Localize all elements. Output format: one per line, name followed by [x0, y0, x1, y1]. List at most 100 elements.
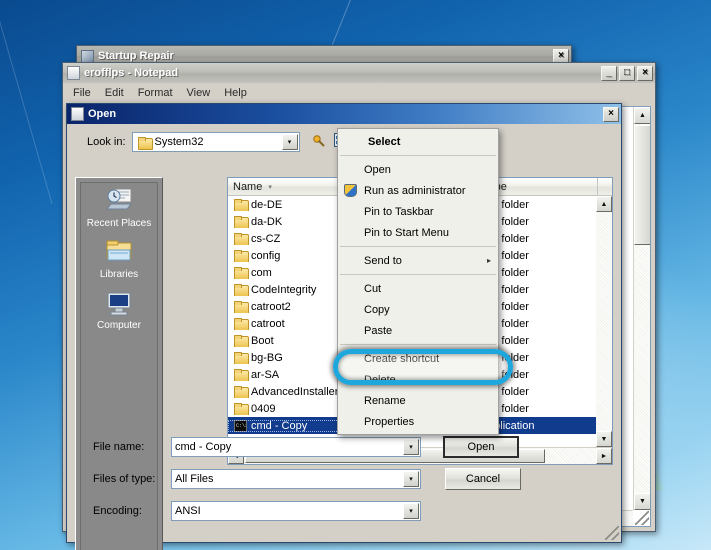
notepad-minimize-button[interactable]: _	[601, 65, 617, 81]
file-name-text: catroot	[251, 317, 285, 330]
shield-icon	[344, 184, 357, 197]
notepad-titlebar[interactable]: erofflps - Notepad _ □ ×	[63, 63, 655, 83]
file-name-text: 0409	[251, 402, 276, 415]
open-dialog-resize-grip[interactable]	[605, 526, 619, 540]
notepad-menu-format[interactable]: Format	[132, 86, 179, 100]
look-in-dropdown-arrow[interactable]: ▾	[281, 134, 298, 150]
folder-icon	[234, 318, 249, 330]
open-dialog-close-button[interactable]: ×	[603, 106, 619, 122]
notepad-vertical-scrollbar[interactable]: ▲ ▼	[633, 107, 650, 510]
sort-descending-icon: ▾	[268, 183, 272, 191]
open-dialog-titlebar[interactable]: Open ×	[67, 104, 621, 124]
folder-icon	[234, 284, 249, 296]
context-menu-item-label: Run as administrator	[364, 184, 466, 197]
notepad-scroll-thumb[interactable]	[634, 125, 650, 245]
notepad-window-buttons: _ □ ×	[601, 65, 653, 81]
context-menu-item-label: Paste	[364, 324, 393, 337]
folder-icon	[234, 403, 249, 415]
file-name-text: Boot	[251, 334, 274, 347]
context-menu-item-label: Delete	[364, 373, 396, 386]
file-name-value: cmd - Copy	[175, 441, 232, 453]
notepad-menu-file[interactable]: File	[67, 86, 97, 100]
files-of-type-select[interactable]: All Files ▾	[171, 469, 421, 489]
context-menu-item-label: Pin to Start Menu	[364, 226, 449, 239]
context-menu-item-label: Cut	[364, 282, 382, 295]
context-menu-item-send-to[interactable]: Send to ▸	[338, 250, 498, 271]
file-name-text: bg-BG	[251, 351, 283, 364]
notepad-menu-help[interactable]: Help	[218, 86, 253, 100]
file-name-label: File name:	[93, 441, 145, 453]
files-of-type-value: All Files	[175, 473, 214, 485]
context-menu-item-delete[interactable]: Delete	[338, 369, 498, 390]
file-name-dropdown-arrow[interactable]: ▾	[403, 439, 419, 455]
encoding-select[interactable]: ANSI ▾	[171, 501, 421, 521]
open-dialog-title: Open	[88, 108, 117, 120]
context-menu-item-copy[interactable]: Copy	[338, 299, 498, 320]
file-name-text: catroot2	[251, 300, 291, 313]
command-prompt-icon: C:\>	[234, 419, 247, 432]
context-menu-item-properties[interactable]: Properties	[338, 411, 498, 432]
look-in-combobox[interactable]: System32 ▾	[131, 132, 300, 152]
files-of-type-dropdown-arrow[interactable]: ▾	[403, 471, 419, 487]
context-menu-item-label: Open	[364, 163, 391, 176]
folder-icon	[234, 352, 249, 364]
notepad-menubar[interactable]: File Edit Format View Help	[63, 83, 655, 102]
computer-icon	[103, 289, 135, 319]
files-of-type-label: Files of type:	[93, 473, 156, 485]
context-menu-item-pin-to-taskbar[interactable]: Pin to Taskbar	[338, 201, 498, 222]
notepad-menu-view[interactable]: View	[181, 86, 217, 100]
folder-icon	[137, 136, 153, 150]
context-menu-item-rename[interactable]: Rename	[338, 390, 498, 411]
open-dialog-app-icon	[71, 107, 84, 121]
folder-icon	[234, 335, 249, 347]
libraries-icon	[103, 238, 135, 268]
encoding-value: ANSI	[175, 505, 201, 517]
notepad-scroll-down-button[interactable]: ▼	[634, 493, 650, 510]
file-name-input[interactable]: cmd - Copy ▾	[171, 437, 421, 457]
context-menu-item-pin-to-start-menu[interactable]: Pin to Start Menu	[338, 222, 498, 243]
file-name-text: da-DK	[251, 215, 283, 228]
file-list-scroll-up-button[interactable]: ▲	[596, 196, 612, 212]
place-item-libraries[interactable]: Libraries	[81, 234, 157, 285]
context-menu-separator	[340, 246, 496, 247]
notepad-close-button[interactable]: ×	[637, 65, 653, 81]
notepad-scroll-up-button[interactable]: ▲	[634, 107, 650, 124]
context-menu-item-run-as-administrator[interactable]: Run as administrator	[338, 180, 498, 201]
notepad-menu-edit[interactable]: Edit	[99, 86, 130, 100]
notepad-resize-grip[interactable]	[635, 511, 649, 525]
open-button[interactable]: Open	[443, 436, 519, 458]
encoding-dropdown-arrow[interactable]: ▾	[403, 503, 419, 519]
folder-icon	[234, 216, 249, 228]
encoding-row: Encoding: ANSI ▾	[67, 500, 621, 522]
context-menu-item-cut[interactable]: Cut	[338, 278, 498, 299]
place-item-recent-places[interactable]: Recent Places	[81, 183, 157, 234]
encoding-label: Encoding:	[93, 505, 142, 517]
context-menu-item-create-shortcut[interactable]: Create shortcut	[338, 348, 498, 369]
context-menu-item-paste[interactable]: Paste	[338, 320, 498, 341]
file-name-text: ar-SA	[251, 368, 280, 381]
context-menu-item-open[interactable]: Open	[338, 159, 498, 180]
folder-icon	[234, 267, 249, 279]
file-name-text: CodeIntegrity	[251, 283, 317, 296]
place-label-computer: Computer	[97, 320, 141, 331]
submenu-arrow-icon: ▸	[486, 256, 491, 265]
context-menu-item-label: Send to	[364, 254, 402, 267]
look-in-label: Look in:	[87, 136, 126, 148]
column-header-name-label: Name	[233, 180, 263, 193]
startup-repair-app-icon	[81, 49, 94, 63]
folder-icon	[234, 301, 249, 313]
tools-icon[interactable]	[312, 134, 329, 151]
file-name-text: cmd - Copy	[251, 419, 308, 432]
context-menu-items[interactable]: Open Run as administrator Pin to Taskbar Pi…	[338, 159, 498, 432]
place-item-computer[interactable]: Computer	[81, 285, 157, 336]
cancel-button[interactable]: Cancel	[445, 468, 521, 490]
file-list-vertical-scrollbar[interactable]: ▲ ▼	[596, 196, 612, 447]
context-menu[interactable]: Select Open Run as administrator Pin to Ta…	[337, 128, 499, 435]
file-name-row: File name: cmd - Copy ▾ Open	[67, 436, 621, 458]
file-name-text: com	[251, 266, 272, 279]
recent-places-icon	[103, 187, 135, 217]
notepad-maximize-button[interactable]: □	[619, 65, 635, 81]
folder-icon	[234, 250, 249, 262]
context-menu-item-label: Properties	[364, 415, 415, 428]
place-label-recent-places: Recent Places	[86, 218, 152, 229]
